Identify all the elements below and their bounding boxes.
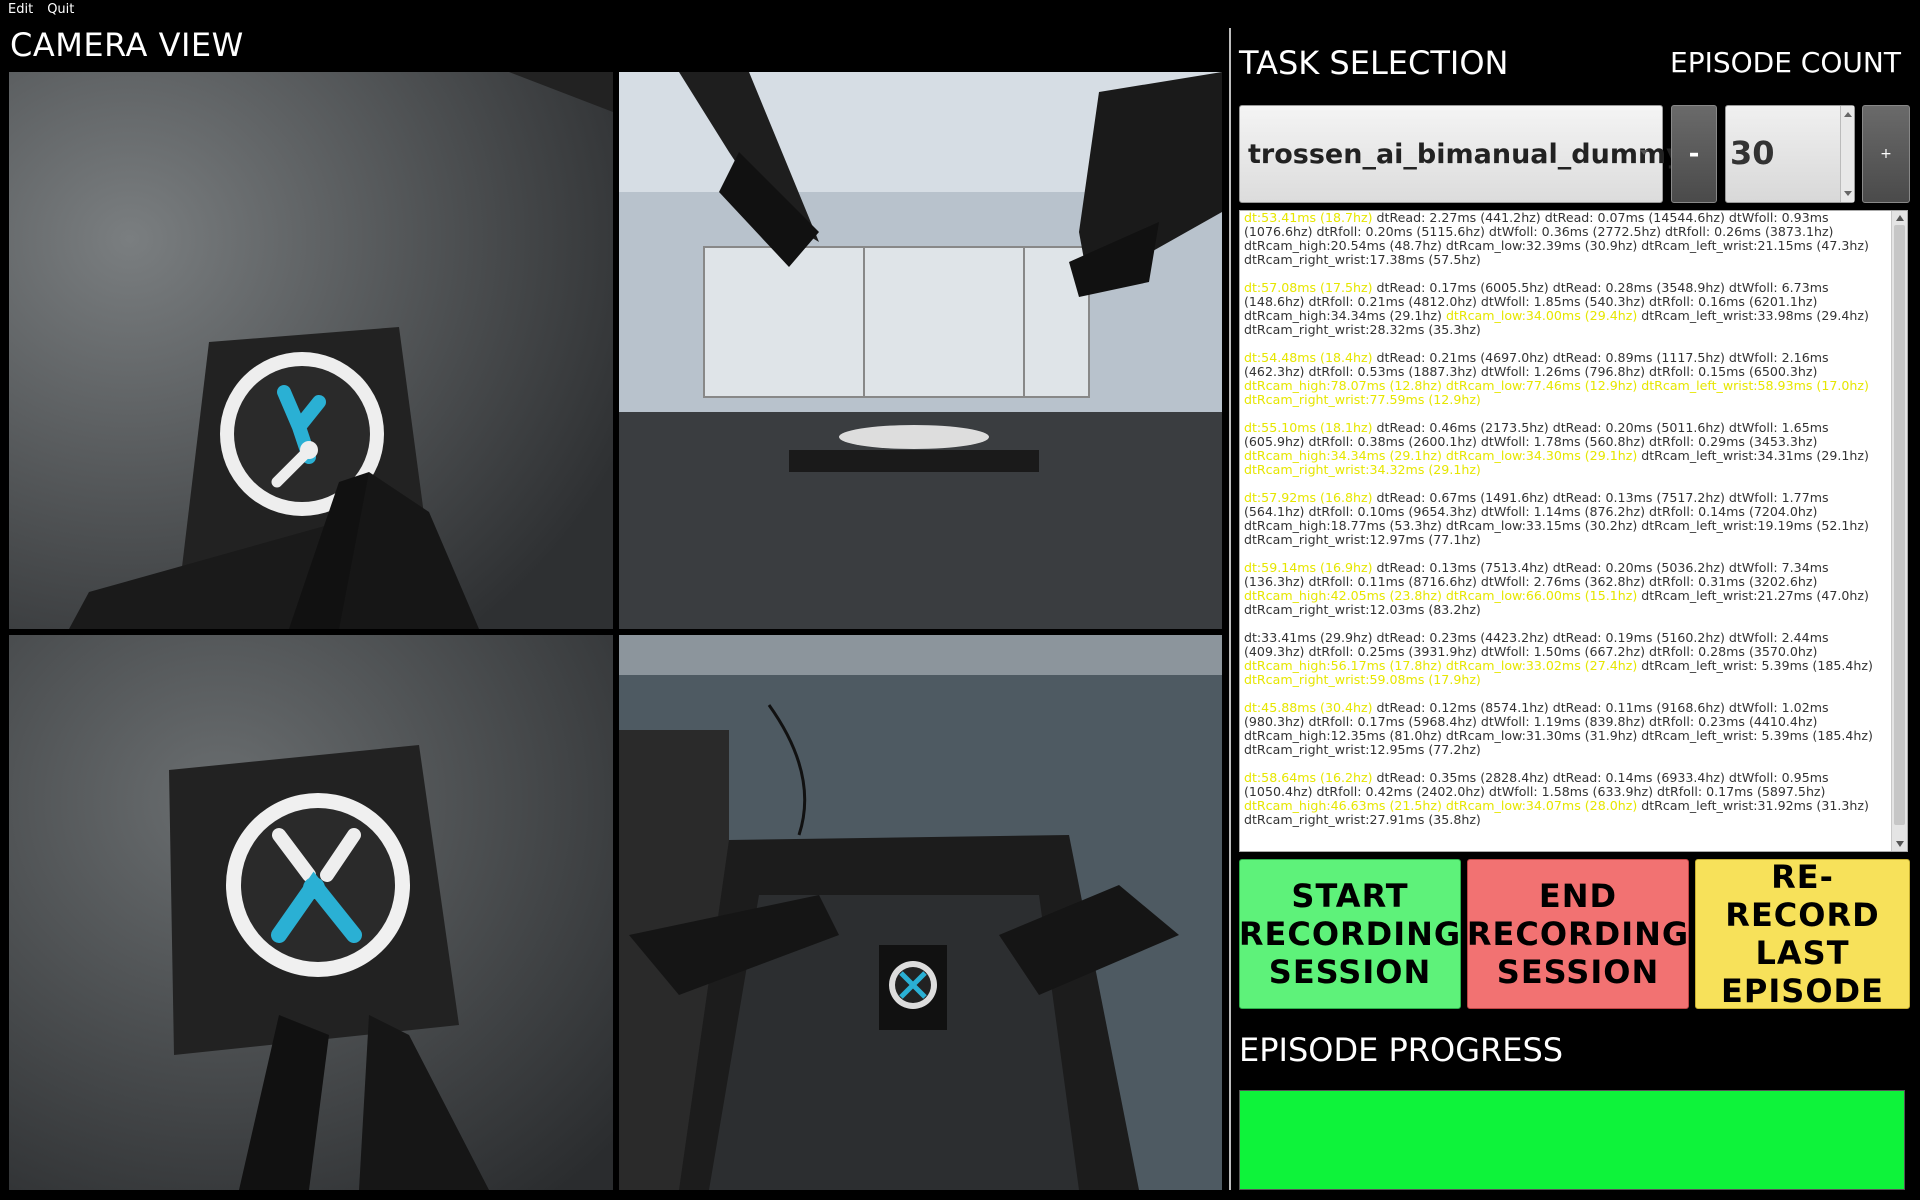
log-entry: dt:57.08ms (17.5hz) dtRead: 0.17ms (6005… — [1244, 281, 1890, 337]
increment-episode-button[interactable]: + — [1862, 105, 1910, 203]
log-entry: dt:57.92ms (16.8hz) dtRead: 0.67ms (1491… — [1244, 491, 1890, 547]
episode-count-value: 30 — [1730, 134, 1775, 172]
episode-progress-title: EPISODE PROGRESS — [1239, 1031, 1564, 1069]
timing-log-content: dt:53.41ms (18.7hz) dtRead: 2.27ms (441.… — [1244, 211, 1890, 841]
menu-edit[interactable]: Edit — [8, 2, 33, 17]
log-entry: dt:54.48ms (18.4hz) dtRead: 0.21ms (4697… — [1244, 351, 1890, 407]
scrollbar-thumb[interactable] — [1894, 225, 1905, 825]
task-dropdown[interactable]: trossen_ai_bimanual_dummy — [1239, 105, 1684, 203]
spin-up-icon[interactable] — [1844, 112, 1852, 117]
log-entry-dt: dt:59.14ms (16.9hz) — [1244, 560, 1377, 575]
spin-arrows — [1840, 106, 1854, 202]
log-entry-text: dtRcam_low:34.00ms (29.4hz) — [1445, 308, 1638, 323]
scroll-up-icon[interactable] — [1896, 215, 1904, 221]
log-entry-text: dtRcam_right_wrist:34.32ms (29.1hz) — [1244, 462, 1481, 477]
log-entry-dt: dt:45.88ms (30.4hz) — [1244, 700, 1377, 715]
start-recording-button[interactable]: START RECORDING SESSION — [1239, 859, 1461, 1009]
spin-down-icon[interactable] — [1844, 191, 1852, 196]
episode-progress-bar — [1239, 1090, 1905, 1190]
log-entry-text: dtRcam_right_wrist:59.08ms (17.9hz) — [1244, 672, 1481, 687]
timing-log[interactable]: dt:53.41ms (18.7hz) dtRead: 2.27ms (441.… — [1239, 210, 1908, 852]
camera-view-title: CAMERA VIEW — [10, 26, 244, 64]
menu-bar: Edit Quit — [0, 0, 1920, 18]
log-entry-dt: dt:57.92ms (16.8hz) — [1244, 490, 1377, 505]
task-dropdown-value: trossen_ai_bimanual_dummy — [1248, 138, 1684, 170]
episode-count-spinbox[interactable]: 30 — [1725, 105, 1855, 203]
episode-count-title: EPISODE COUNT — [1670, 46, 1901, 79]
log-entry-dt: dt:53.41ms (18.7hz) — [1244, 210, 1377, 225]
camera-feed-high — [619, 72, 1222, 629]
log-entry: dt:59.14ms (16.9hz) dtRead: 0.13ms (7513… — [1244, 561, 1890, 617]
log-entry-text: dtRcam_left_wrist:34.31ms (29.1hz) — [1637, 448, 1869, 463]
camera-feed-low — [619, 635, 1222, 1190]
log-entry: dt:53.41ms (18.7hz) dtRead: 2.27ms (441.… — [1244, 211, 1890, 267]
log-entry: dt:33.41ms (29.9hz) dtRead: 0.23ms (4423… — [1244, 631, 1890, 687]
scroll-down-icon[interactable] — [1896, 841, 1904, 847]
log-entry-text: dt:33.41ms (29.9hz) dtRead: 0.23ms (4423… — [1244, 630, 1829, 659]
log-entry-dt: dt:55.10ms (18.1hz) — [1244, 420, 1377, 435]
rerecord-episode-button[interactable]: RE-RECORD LAST EPISODE — [1695, 858, 1910, 1010]
end-recording-button[interactable]: END RECORDING SESSION — [1467, 859, 1689, 1009]
menu-quit[interactable]: Quit — [47, 2, 74, 17]
log-entry-text: dtRcam_high:34.34ms (29.1hz) dtRcam_low:… — [1244, 448, 1638, 463]
episode-progress-fill — [1240, 1091, 1904, 1189]
chevron-down-icon — [1640, 150, 1648, 155]
camera-feed-left-wrist — [9, 72, 613, 629]
log-entry: dt:45.88ms (30.4hz) dtRead: 0.12ms (8574… — [1244, 701, 1890, 757]
decrement-episode-button[interactable]: - — [1671, 105, 1717, 203]
log-entry-text: dtRcam_high:78.07ms (12.8hz) dtRcam_low:… — [1244, 378, 1869, 407]
log-scrollbar[interactable] — [1891, 211, 1907, 851]
panel-divider — [1229, 28, 1231, 1190]
log-entry-dt: dt:58.64ms (16.2hz) — [1244, 770, 1377, 785]
log-entry-text: dtRcam_high:46.63ms (21.5hz) dtRcam_low:… — [1244, 798, 1638, 813]
log-entry-text: dtRcam_high:42.05ms (23.8hz) dtRcam_low:… — [1244, 588, 1638, 603]
camera-feed-right-wrist — [9, 635, 613, 1190]
log-entry-dt: dt:57.08ms (17.5hz) — [1244, 280, 1377, 295]
log-entry-text: dtRcam_high:56.17ms (17.8hz) dtRcam_low:… — [1244, 658, 1638, 673]
log-entry-dt: dt:54.48ms (18.4hz) — [1244, 350, 1377, 365]
log-entry: dt:55.10ms (18.1hz) dtRead: 0.46ms (2173… — [1244, 421, 1890, 477]
task-selection-title: TASK SELECTION — [1239, 44, 1509, 82]
log-entry: dt:58.64ms (16.2hz) dtRead: 0.35ms (2828… — [1244, 771, 1890, 827]
log-entry-text: dtRcam_left_wrist: 5.39ms (185.4hz) — [1637, 658, 1873, 673]
